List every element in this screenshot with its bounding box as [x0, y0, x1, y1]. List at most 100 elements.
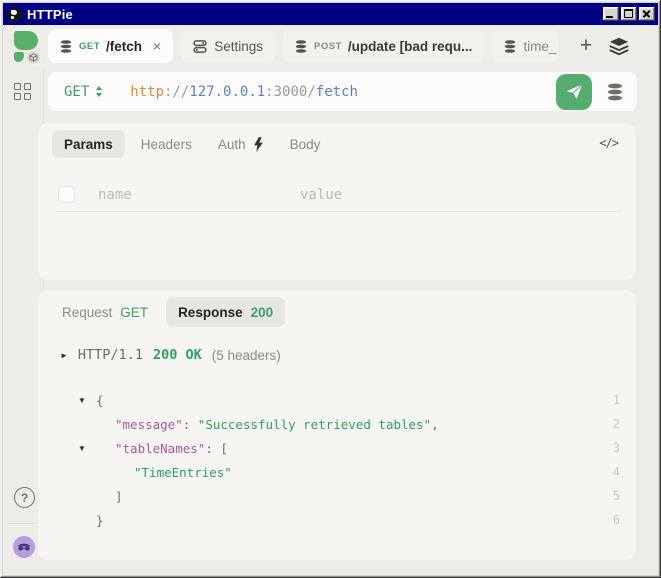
method-label: GET — [64, 84, 89, 100]
code-line: ▼"tableNames": [ 3 — [38, 436, 636, 460]
method-dropdown-icon — [96, 86, 102, 97]
response-panel: Request GET Response 200 ► HTTP/1.1 200 OK … — [38, 290, 636, 560]
param-value-input[interactable]: value — [300, 187, 342, 203]
code-text: "tableNames": [ — [96, 441, 228, 456]
request-panel: Params Headers Auth Body </> name value — [38, 123, 636, 280]
app-icon — [7, 7, 22, 22]
tab-fetch[interactable]: GET/fetch × — [48, 29, 173, 63]
url-segment: :// — [164, 84, 189, 100]
request-tabs: Params Headers Auth Body — [52, 130, 330, 158]
tab-label: Auth — [218, 137, 246, 152]
database-icon — [60, 40, 72, 53]
tab-method: GET — [79, 41, 100, 52]
line-number: 2 — [592, 417, 620, 431]
protocol-text: HTTP/1.1 — [78, 347, 143, 363]
tab-settings[interactable]: Settings — [181, 29, 275, 63]
response-status-line[interactable]: ► HTTP/1.1 200 OK (5 headers) — [60, 347, 281, 363]
logo-shape — [14, 31, 38, 50]
tab-label: Request — [62, 305, 112, 320]
lightning-icon — [253, 137, 264, 152]
window-title: HTTPie — [27, 7, 598, 22]
tab-label: Body — [290, 137, 321, 152]
url-segment: 127.0.0.1 — [189, 84, 265, 100]
code-line: "message": "Successfully retrieved table… — [38, 412, 636, 436]
expanded-arrow-icon[interactable]: ▼ — [78, 444, 96, 453]
url-segment: http — [130, 84, 164, 100]
tab-request[interactable]: Request GET — [52, 297, 158, 327]
line-number: 1 — [592, 393, 620, 407]
line-number: 5 — [592, 489, 620, 503]
tab-time[interactable]: time_ — [492, 29, 558, 63]
tab-body[interactable]: Body — [280, 130, 331, 158]
tab-label: /fetch — [106, 39, 142, 54]
line-number: 4 — [592, 465, 620, 479]
code-line: "TimeEntries" 4 — [38, 460, 636, 484]
package-badge-icon — [25, 49, 42, 66]
tab-response[interactable]: Response 200 — [166, 297, 285, 327]
settings-icon — [193, 40, 207, 53]
code-line: }6 — [38, 508, 636, 532]
code-view-icon[interactable]: </> — [599, 136, 618, 150]
minimize-button[interactable] — [603, 7, 619, 21]
tab-method: POST — [314, 41, 342, 52]
tab-headers[interactable]: Headers — [131, 130, 202, 158]
code-line: ]5 — [38, 484, 636, 508]
response-body: ▼{1"message": "Successfully retrieved ta… — [38, 388, 636, 532]
params-row: name value — [56, 178, 622, 212]
maximize-icon — [624, 9, 633, 18]
tab-label: Settings — [214, 39, 263, 54]
send-button[interactable] — [556, 74, 592, 110]
help-icon[interactable]: ? — [14, 487, 35, 508]
sidebar-separator — [8, 523, 38, 524]
tab-label: Response — [178, 305, 243, 320]
database-icon — [295, 40, 307, 53]
tab-label: Headers — [141, 137, 192, 152]
tab-badge: 200 — [251, 305, 274, 320]
url-segment: 3000 — [274, 84, 308, 100]
close-tab-icon[interactable]: × — [153, 39, 161, 53]
titlebar[interactable]: HTTPie — [3, 3, 658, 25]
layers-icon[interactable] — [608, 35, 632, 59]
database-icon — [504, 40, 516, 53]
code-text: { — [96, 393, 104, 408]
url-segment: fetch — [316, 84, 358, 100]
tab-auth[interactable]: Auth — [208, 130, 274, 158]
tab-badge: GET — [120, 305, 148, 320]
url-input[interactable]: http://127.0.0.1:3000/fetch — [130, 84, 358, 100]
apps-grid-icon[interactable] — [14, 83, 32, 101]
app-window: HTTPie GET/fetch×SettingsPOST/update [ba… — [0, 0, 661, 578]
param-name-input[interactable]: name — [98, 187, 300, 203]
minimize-icon — [606, 16, 613, 18]
line-number: 3 — [592, 441, 620, 455]
method-select[interactable]: GET — [64, 84, 102, 100]
code-text: "message": "Successfully retrieved table… — [96, 417, 439, 432]
app-body: GET/fetch×SettingsPOST/update [bad requ.… — [3, 25, 658, 575]
user-avatar[interactable] — [13, 536, 35, 558]
code-text: } — [96, 513, 104, 528]
tab-bar: GET/fetch × Settings POST/update [bad requ.… — [48, 29, 558, 63]
url-bar: GET http://127.0.0.1:3000/fetch — [48, 72, 637, 111]
code-text: "TimeEntries" — [96, 465, 232, 480]
code-text: ] — [96, 489, 123, 504]
window-controls — [603, 7, 655, 21]
headers-count-text: (5 headers) — [212, 348, 281, 363]
response-tabs: Request GET Response 200 — [52, 297, 285, 327]
status-code-text: 200 OK — [153, 347, 202, 363]
collapsed-arrow-icon[interactable]: ► — [60, 351, 68, 360]
tab-label: time_ — [523, 39, 556, 54]
url-segment: : — [265, 84, 273, 100]
tab-params[interactable]: Params — [52, 130, 125, 158]
tab-label: /update [bad requ... — [348, 39, 473, 54]
expanded-arrow-icon[interactable]: ▼ — [78, 396, 96, 405]
url-segment: / — [307, 84, 315, 100]
maximize-button[interactable] — [621, 7, 637, 21]
database-icon[interactable] — [607, 83, 623, 101]
tab-label: Params — [64, 137, 113, 152]
httpie-logo — [12, 30, 44, 66]
paper-plane-icon — [565, 82, 584, 101]
tab-update-bad-requ[interactable]: POST/update [bad requ... — [283, 29, 484, 63]
close-button[interactable] — [639, 7, 655, 21]
line-number: 6 — [592, 513, 620, 527]
param-checkbox[interactable] — [58, 186, 75, 203]
new-tab-button[interactable]: + — [574, 34, 598, 58]
